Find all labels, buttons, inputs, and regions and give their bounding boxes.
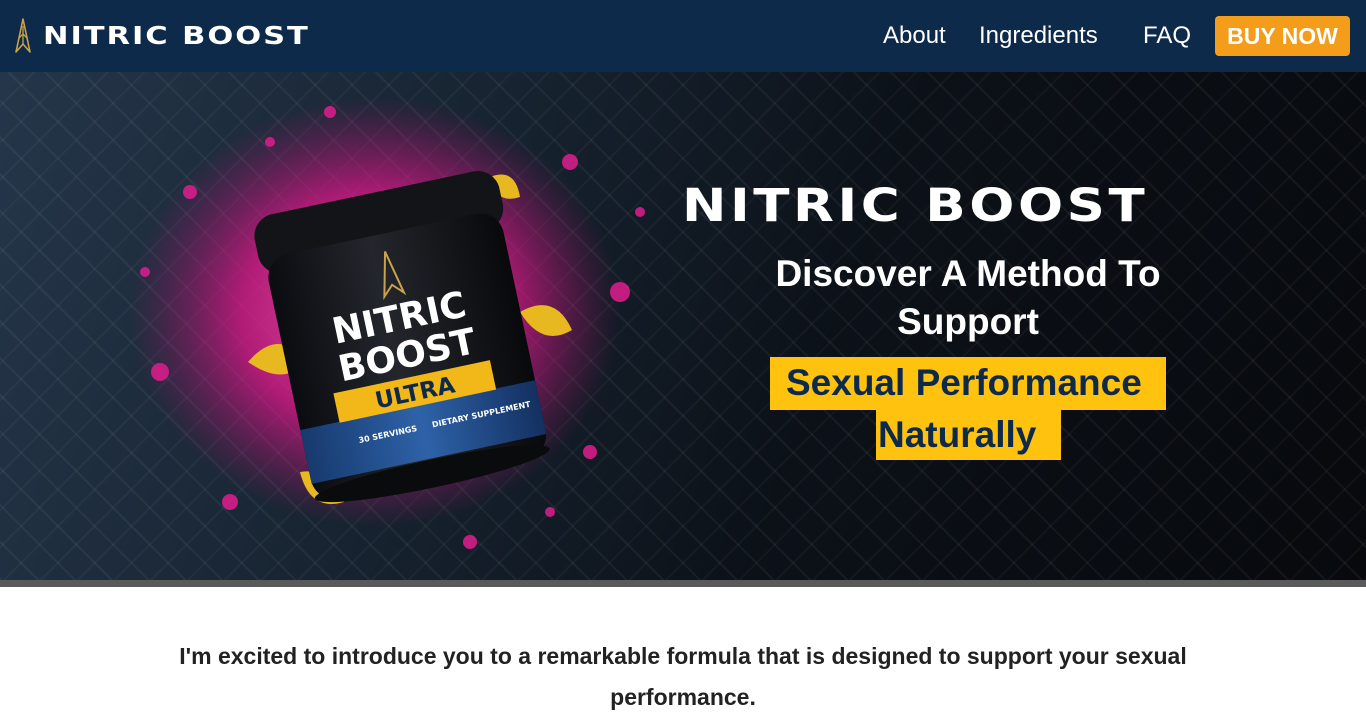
buy-now-button[interactable]: BUY NOW — [1215, 16, 1350, 56]
hero-divider — [0, 580, 1366, 587]
hero-banner: NITRIC BOOST ULTRA 30 SERVINGS DIETARY S… — [0, 72, 1366, 580]
arrowhead-logo-icon — [15, 18, 31, 53]
nav-link-about[interactable]: About — [883, 22, 946, 50]
nav-link-faq[interactable]: FAQ — [1143, 22, 1191, 50]
nav-link-ingredients[interactable]: Ingredients — [979, 22, 1098, 50]
hero-highlight-line-2: Naturally — [876, 409, 1061, 460]
product-hero-image: NITRIC BOOST ULTRA 30 SERVINGS DIETARY S… — [130, 97, 645, 549]
hero-subtitle: Discover A Method To Support — [775, 253, 1161, 342]
top-navbar: NITRIC BOOST About Ingredients FAQ BUY N… — [0, 0, 1366, 72]
brand-logo-link[interactable]: NITRIC BOOST — [14, 18, 308, 54]
intro-paragraph: I'm excited to introduce you to a remark… — [179, 643, 1187, 710]
brand-name: NITRIC BOOST — [43, 21, 310, 50]
hero-title: NITRIC BOOST — [682, 179, 1149, 232]
hero-highlight-line-1: Sexual Performance — [770, 357, 1166, 410]
